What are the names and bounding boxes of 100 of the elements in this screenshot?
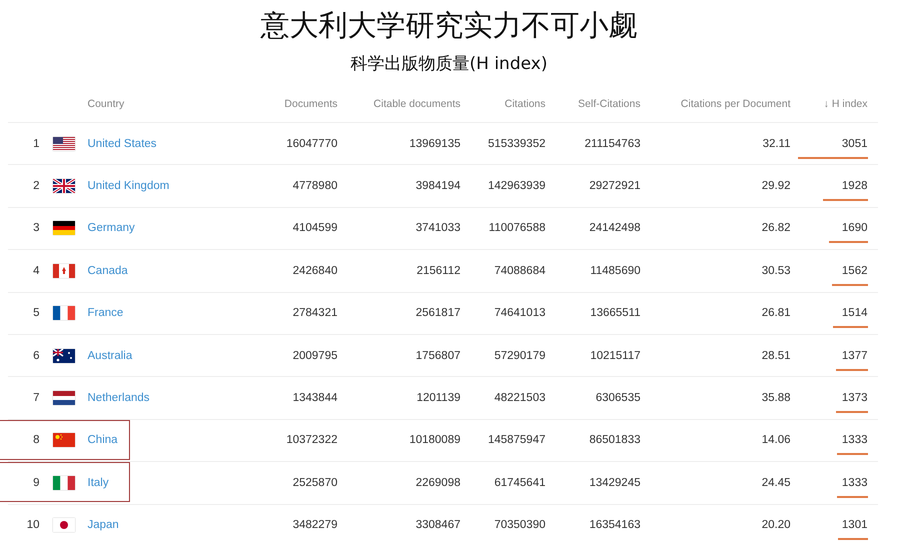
table-cell-text: 2156112 xyxy=(416,264,460,277)
slide-title: 意大利大学研究实力不可小觑 xyxy=(260,7,638,44)
flag-icon xyxy=(52,476,74,490)
table-cell-text: 1756807 xyxy=(414,350,460,362)
table-cell-text: 2561817 xyxy=(414,307,460,320)
flag-icon xyxy=(52,433,74,448)
table-cell: 1377 xyxy=(842,350,868,362)
flag-icon xyxy=(52,518,74,532)
rank-number: 1 xyxy=(32,138,40,150)
table-cell-text: 2269098 xyxy=(414,476,460,489)
rank-number: 5 xyxy=(32,307,40,320)
table-cell-text: 3308467 xyxy=(414,519,460,532)
h-index-bar xyxy=(828,241,868,244)
table-cell-text: 28.51 xyxy=(760,350,790,362)
h-index-bar xyxy=(832,326,868,328)
flag-icon xyxy=(52,264,74,278)
table-cell: 1928 xyxy=(842,180,868,192)
rank-number: 10 xyxy=(26,519,40,532)
flag-icon xyxy=(52,179,74,194)
column-header: Citable documents xyxy=(372,98,460,110)
table-cell-text: 6306535 xyxy=(594,392,640,404)
table-cell-text: 30.53 xyxy=(760,264,790,277)
column-header: Documents xyxy=(283,98,338,110)
table-cell-text: 211154763 xyxy=(584,138,640,150)
table-cell-text: 32.11 xyxy=(762,138,790,150)
table-cell-text: 20.20 xyxy=(760,519,790,532)
rank-number: 9 xyxy=(32,476,40,489)
table-cell-text: 3741033 xyxy=(414,222,460,234)
h-index-bar xyxy=(798,156,868,159)
table-cell-text: 2784321 xyxy=(292,307,338,320)
table-cell-text: 3984194 xyxy=(414,180,460,192)
table-cell-text: 14.06 xyxy=(760,434,790,446)
table-cell-text: 10215117 xyxy=(589,350,640,362)
table-cell-text: 145875947 xyxy=(486,434,546,446)
table-cell-text: 515339352 xyxy=(486,138,546,150)
h-index-bar xyxy=(836,453,868,456)
country-link[interactable]: Canada xyxy=(88,264,128,277)
rank-number: 4 xyxy=(32,264,40,277)
column-header: Citations xyxy=(504,98,546,110)
table-cell: 1333 xyxy=(842,476,868,489)
flag-icon xyxy=(52,348,74,363)
country-link[interactable]: United Kingdom xyxy=(88,180,170,192)
table-cell-text: 70350390 xyxy=(493,519,546,532)
flag-icon xyxy=(52,136,74,151)
table-cell-text: 2426840 xyxy=(292,264,338,277)
table-cell-text: 26.82 xyxy=(760,222,790,234)
h-index-bar xyxy=(832,284,868,286)
country-link[interactable]: United States xyxy=(88,138,157,150)
flag-icon xyxy=(52,391,74,406)
rank-number: 2 xyxy=(32,180,40,192)
column-header: Citations per Document xyxy=(680,98,790,110)
country-link[interactable]: Japan xyxy=(88,519,119,532)
country-link[interactable]: Australia xyxy=(88,350,132,362)
table-cell-text: 10180089 xyxy=(408,434,460,446)
flag-icon xyxy=(52,306,74,320)
table-cell-text: 1201139 xyxy=(416,392,460,404)
table-cell: 1562 xyxy=(842,264,868,277)
country-link[interactable]: Italy xyxy=(88,476,109,489)
table-cell-text: 13665511 xyxy=(589,307,640,320)
h-index-bar xyxy=(836,368,868,371)
country-link[interactable]: France xyxy=(88,307,124,320)
table-cell-text: 48221503 xyxy=(493,392,546,404)
table-cell: 1373 xyxy=(842,392,868,404)
table-cell-text: 24.45 xyxy=(760,476,790,489)
h-index-bar xyxy=(836,411,868,414)
flag-icon xyxy=(52,221,74,236)
rank-number: 8 xyxy=(32,434,40,446)
table-cell-text: 110076588 xyxy=(488,222,546,234)
table-cell-text: 142963939 xyxy=(486,180,546,192)
sort-column-header[interactable]: ↓ H index xyxy=(790,98,868,110)
table-cell-text: 16354163 xyxy=(588,519,640,532)
country-link[interactable]: Netherlands xyxy=(88,392,150,404)
table-cell-text: 26.81 xyxy=(760,307,790,320)
country-link[interactable]: Germany xyxy=(88,222,135,234)
table-cell-text: 2525870 xyxy=(292,476,338,489)
table-cell-text: 10372322 xyxy=(285,434,338,446)
table-cell-text: 61745641 xyxy=(493,476,546,489)
table-cell-text: 13429245 xyxy=(588,476,640,489)
table-cell-text: 57290179 xyxy=(493,350,546,362)
table-cell-text: 24142498 xyxy=(588,222,640,234)
country-link[interactable]: China xyxy=(88,434,118,446)
column-header: Self-Citations xyxy=(577,98,640,110)
rank-number: 7 xyxy=(32,392,40,404)
table-cell-text: 1343844 xyxy=(292,392,338,404)
rank-number: 6 xyxy=(32,350,40,362)
table-cell-text: 74088684 xyxy=(493,264,546,277)
table-cell: 3051 xyxy=(842,138,868,150)
table-cell-text: 4104599 xyxy=(292,222,338,234)
table-cell-text: 3482279 xyxy=(292,519,338,532)
table-cell: 1333 xyxy=(842,434,868,446)
table-cell-text: 35.88 xyxy=(760,392,790,404)
h-index-bar xyxy=(838,538,868,540)
table-cell-text: 4778980 xyxy=(292,180,338,192)
column-header: Country xyxy=(88,98,126,110)
table-cell-text: 86501833 xyxy=(588,434,640,446)
table-cell-text: 29272921 xyxy=(588,180,640,192)
table-cell-text: 11485690 xyxy=(589,264,640,277)
h-index-bar xyxy=(823,199,868,202)
table-cell: 1514 xyxy=(842,307,868,320)
table-cell-text: 16047770 xyxy=(285,138,338,150)
